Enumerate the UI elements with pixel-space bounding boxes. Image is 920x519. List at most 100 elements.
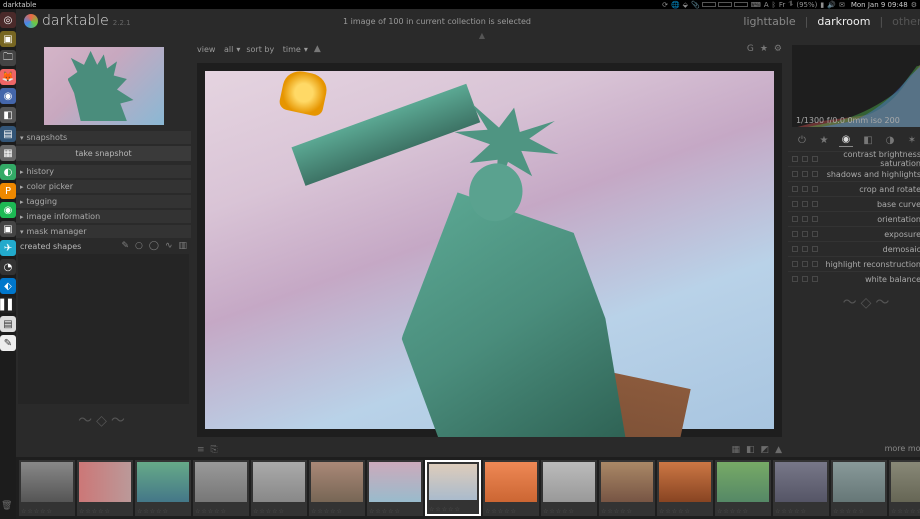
module-switch-icon[interactable]	[792, 261, 798, 267]
module-multi-icon[interactable]	[802, 201, 808, 207]
dock-app[interactable]: ✎	[0, 335, 16, 351]
module-reset-icon[interactable]	[812, 201, 818, 207]
indicator-box[interactable]	[718, 2, 732, 7]
bluetooth-icon[interactable]: ᛒ	[772, 1, 776, 9]
dock-chrome[interactable]: ◉	[0, 88, 16, 104]
network-icon[interactable]: ⥮	[788, 0, 793, 9]
softproof-icon[interactable]: ◩	[761, 445, 770, 455]
filmstrip[interactable]: ☆☆☆☆☆ ☆☆☆☆☆ ☆☆☆☆☆ ☆☆☆☆☆ ☆☆☆☆☆ ☆☆☆☆☆ ☆☆☆☆…	[16, 457, 920, 519]
module-crop-and-rotate[interactable]: crop and rotate⧈▸	[788, 181, 920, 196]
module-demosaic[interactable]: demosaic▦▸	[788, 241, 920, 256]
module-white-balance[interactable]: white balance⚖▸	[788, 271, 920, 286]
module-reset-icon[interactable]	[812, 261, 818, 267]
collapse-top-handle[interactable]: ▲	[16, 33, 920, 41]
styles-icon[interactable]: ⎘	[211, 445, 218, 455]
dock-app[interactable]: ▤	[0, 126, 16, 142]
view-lighttable[interactable]: lighttable	[743, 15, 795, 28]
thumbnail[interactable]: ☆☆☆☆☆	[135, 460, 191, 516]
histogram[interactable]: 1/1300 f/0.0 0mm iso 200	[792, 45, 920, 127]
circle-icon[interactable]: ○	[135, 241, 143, 251]
module-reset-icon[interactable]	[812, 216, 818, 222]
gradient-icon[interactable]: ▥	[178, 241, 187, 251]
thumbnail[interactable]: ☆☆☆☆☆	[251, 460, 307, 516]
module-switch-icon[interactable]	[792, 246, 798, 252]
thumbnail[interactable]: ☆☆☆☆☆	[367, 460, 423, 516]
image-viewport[interactable]	[197, 63, 782, 437]
dock-app[interactable]: ▣	[0, 221, 16, 237]
tab-correct-icon[interactable]: ✶	[905, 133, 919, 147]
module-switch-icon[interactable]	[792, 171, 798, 177]
sort-by[interactable]: sort by time ▾	[246, 45, 307, 54]
module-shadows-and-highlights[interactable]: shadows and highlights●▸	[788, 166, 920, 181]
module-reset-icon[interactable]	[812, 186, 818, 192]
dock-terminal[interactable]: ▣	[0, 31, 16, 47]
dock-files[interactable]: 🗀	[0, 50, 16, 66]
module-highlight-reconstruction[interactable]: highlight reconstruction◨▸	[788, 256, 920, 271]
module-orientation[interactable]: orientation⟳▸	[788, 211, 920, 226]
module-switch-icon[interactable]	[792, 156, 798, 162]
indicator-box[interactable]	[702, 2, 716, 7]
thumbnail[interactable]: ☆☆☆☆☆	[483, 460, 539, 516]
module-exposure[interactable]: exposure☀▸	[788, 226, 920, 241]
module-switch-icon[interactable]	[792, 276, 798, 282]
module-contrast-brightness-saturation[interactable]: contrast brightness saturation◐▸	[788, 151, 920, 166]
dock-app[interactable]: ◧	[0, 107, 16, 123]
tab-tone-icon[interactable]: ◧	[861, 133, 875, 147]
brush-icon[interactable]: ✎	[121, 241, 129, 251]
dock-app[interactable]: ⬖	[0, 278, 16, 294]
view-darkroom[interactable]: darkroom	[817, 15, 870, 28]
globe-icon[interactable]: 🌐	[671, 1, 680, 9]
module-multi-icon[interactable]	[802, 156, 808, 162]
sort-order-icon[interactable]: ▲	[314, 44, 321, 54]
a11y-icon[interactable]: A	[764, 1, 769, 9]
module-reset-icon[interactable]	[812, 231, 818, 237]
dock-steam[interactable]: ◔	[0, 259, 16, 275]
dock-trash[interactable]: 🗑	[1, 501, 15, 515]
thumbnail-selected[interactable]: ☆☆☆☆☆	[425, 460, 481, 516]
module-multi-icon[interactable]	[802, 276, 808, 282]
thumbnail[interactable]: ☆☆☆☆☆	[77, 460, 133, 516]
battery-label[interactable]: (95%)	[796, 1, 817, 9]
preferences-icon[interactable]: ⚙	[774, 44, 782, 54]
thumbnail[interactable]: ☆☆☆☆☆	[309, 460, 365, 516]
sync-icon[interactable]: ⟳	[662, 1, 668, 9]
raw-overexposed-icon[interactable]: ▦	[732, 445, 741, 455]
overexposed-icon[interactable]: ◧	[746, 445, 755, 455]
app-menu-title[interactable]: darktable	[3, 1, 36, 9]
module-switch-icon[interactable]	[792, 231, 798, 237]
dropbox-icon[interactable]: ⬙	[683, 1, 688, 9]
module-reset-icon[interactable]	[812, 246, 818, 252]
module-multi-icon[interactable]	[802, 216, 808, 222]
gamut-icon[interactable]: ▲	[775, 445, 782, 455]
dock-firefox[interactable]: 🦊	[0, 69, 16, 85]
clock-label[interactable]: Mon Jan 9 09:48	[851, 1, 908, 9]
grouping-icon[interactable]: G	[747, 44, 754, 54]
dock-app[interactable]: ◐	[0, 164, 16, 180]
navigation-preview[interactable]	[44, 47, 164, 125]
tab-active-icon[interactable]: ⏻	[795, 133, 809, 147]
section-tagging[interactable]: ▸tagging	[16, 195, 191, 208]
path-icon[interactable]: ∿	[165, 241, 173, 251]
tab-favorites-icon[interactable]: ★	[817, 133, 831, 147]
more-modules[interactable]: more modules	[788, 440, 920, 457]
mask-canvas[interactable]	[18, 254, 189, 404]
thumbnail[interactable]: ☆☆☆☆☆	[831, 460, 887, 516]
take-snapshot-button[interactable]: take snapshot	[16, 146, 191, 161]
module-multi-icon[interactable]	[802, 171, 808, 177]
lang-icon[interactable]: Fr	[779, 1, 785, 9]
mail-icon[interactable]: ✉	[839, 1, 845, 9]
module-multi-icon[interactable]	[802, 231, 808, 237]
dock-app[interactable]: ▌▌	[0, 297, 16, 313]
dock-telegram[interactable]: ✈	[0, 240, 16, 256]
tab-color-icon[interactable]: ◑	[883, 133, 897, 147]
dock-spotify[interactable]: ◉	[0, 202, 16, 218]
filter-view[interactable]: view all ▾	[197, 45, 240, 54]
section-history[interactable]: ▸history	[16, 165, 191, 178]
thumbnail[interactable]: ☆☆☆☆☆	[599, 460, 655, 516]
thumbnail[interactable]: ☆☆☆☆☆	[541, 460, 597, 516]
keyboard-icon[interactable]: ⌨	[751, 1, 761, 9]
tab-basic-icon[interactable]: ◉	[839, 133, 853, 147]
module-switch-icon[interactable]	[792, 186, 798, 192]
dock-search[interactable]: ◎	[0, 12, 16, 28]
volume-icon[interactable]: 🔊	[827, 1, 836, 9]
